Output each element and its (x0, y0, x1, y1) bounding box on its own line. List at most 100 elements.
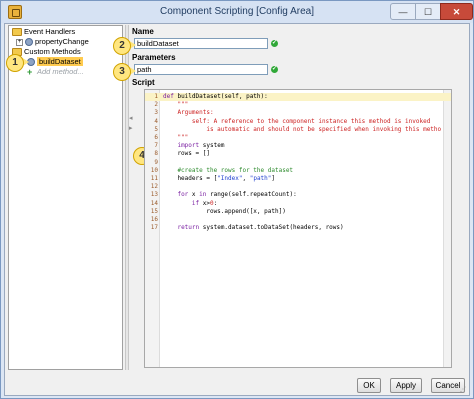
code-token: rows.append([x, path]) (163, 207, 286, 215)
code-token: x (188, 191, 200, 199)
code-token: self: A reference to the component insta… (163, 117, 431, 125)
expand-arrow-icon[interactable]: ▸ (129, 124, 137, 132)
code-line[interactable]: 3 Arguments: (145, 109, 451, 117)
tree-item-label: Add method... (37, 67, 84, 76)
code-text: if x>0: (163, 200, 217, 208)
code-line[interactable]: 2 """ (145, 101, 451, 109)
script-editor[interactable]: 1 def buildDataset(self, path): 2 """ 3 Arg… (144, 89, 452, 368)
tree-item-add-method[interactable]: + Add method... (27, 67, 84, 77)
code-token: "path" (249, 175, 272, 182)
line-number: 3 (154, 109, 158, 117)
code-text: """ (163, 101, 188, 109)
tree-item-custom-methods[interactable]: Custom Methods (12, 47, 81, 57)
collapse-arrow-icon[interactable]: ◂ (129, 114, 137, 122)
code-token: import (177, 142, 200, 150)
code-line[interactable]: 15 rows.append([x, path]) (145, 208, 451, 216)
name-label: Name (132, 27, 154, 36)
code-token: headers = [ (163, 175, 218, 182)
close-button[interactable]: ✕ (440, 3, 473, 20)
code-line[interactable]: 11 headers = ["Index", "path"] (145, 175, 451, 183)
maximize-button[interactable]: ☐ (415, 3, 441, 20)
code-text: is automatic and should not be specified… (163, 126, 441, 134)
code-line[interactable]: 8 rows = [] (145, 150, 451, 158)
code-token: """ (163, 134, 189, 141)
code-text: Arguments: (163, 109, 214, 117)
line-number: 9 (154, 158, 158, 166)
method-tree[interactable]: Event Handlers + propertyChange Custom Me… (8, 25, 123, 370)
tree-item-property-change[interactable]: + propertyChange (16, 37, 89, 47)
code-text: for x in range(self.repeatCount): (163, 191, 297, 199)
line-number: 4 (154, 117, 158, 125)
code-token: ] (271, 175, 276, 182)
line-number: 1 (154, 93, 158, 100)
tree-item-build-dataset[interactable]: buildDataset (27, 57, 83, 67)
resize-grip-icon[interactable]: ⋰ (460, 386, 468, 394)
code-token: def (163, 93, 178, 100)
line-number: 7 (154, 142, 158, 150)
code-token: """ (163, 101, 189, 109)
tree-item-label: buildDataset (37, 57, 83, 66)
line-number: 15 (150, 207, 158, 215)
name-input[interactable]: buildDataset (134, 38, 268, 49)
minimize-button[interactable]: — (390, 3, 416, 20)
code-line[interactable]: 4 self: A reference to the component ins… (145, 118, 451, 126)
code-line[interactable]: 10 #create the rows for the dataset (145, 167, 451, 175)
component-scripting-window: Component Scripting [Config Area] — ☐ ✕ … (0, 0, 474, 399)
script-label: Script (132, 78, 155, 87)
tree-item-event-handlers[interactable]: Event Handlers (12, 27, 75, 37)
line-number: 10 (150, 166, 158, 174)
code-line[interactable]: 13 for x in range(self.repeatCount): (145, 191, 451, 199)
code-token: for (177, 191, 189, 199)
tree-item-label: Event Handlers (24, 27, 76, 36)
code-line[interactable]: 7 import system (145, 142, 451, 150)
code-text: self: A reference to the component insta… (163, 118, 430, 126)
code-token: rows = [] (163, 150, 210, 158)
expand-icon[interactable]: + (16, 38, 23, 46)
code-token: #create the rows for the dataset (163, 166, 294, 174)
dialog-footer: OK Apply Cancel ⋰ (5, 372, 469, 395)
parameters-input[interactable]: path (134, 64, 268, 75)
tree-item-label: Custom Methods (24, 47, 81, 56)
code-text: #create the rows for the dataset (163, 167, 293, 175)
callout-badge-1: 1 (6, 54, 24, 72)
event-icon (25, 38, 33, 47)
line-number: 2 (154, 101, 158, 109)
add-icon: + (27, 67, 33, 78)
code-line[interactable]: 1 def buildDataset(self, path): (145, 93, 451, 101)
code-line[interactable]: 9 (145, 159, 451, 167)
code-text: def buildDataset(self, path): (163, 93, 268, 101)
parameters-valid-icon: ✓ (271, 66, 278, 73)
code-line[interactable]: 16 (145, 216, 451, 224)
code-line[interactable]: 17 return system.dataset.toDataSet(heade… (145, 224, 451, 232)
code-text: """ (163, 134, 188, 142)
code-token: range(self.repeatCount): (206, 191, 297, 199)
code-text: rows.append([x, path]) (163, 207, 286, 216)
title-bar[interactable]: Component Scripting [Config Area] — ☐ ✕ (1, 1, 473, 23)
code-token: system (199, 142, 225, 150)
line-number: 12 (150, 183, 158, 191)
code-text: headers = ["Index", "path"] (163, 175, 275, 183)
line-number: 14 (150, 199, 158, 207)
line-number: 13 (150, 191, 158, 199)
code-text: return system.dataset.toDataSet(headers,… (163, 224, 344, 232)
callout-badge-2: 2 (113, 37, 131, 55)
code-line[interactable]: 12 (145, 183, 451, 191)
line-number: 16 (150, 216, 158, 223)
code-token: x> (199, 199, 210, 207)
apply-button[interactable]: Apply (390, 378, 422, 393)
ok-button[interactable]: OK (357, 378, 381, 393)
code-line[interactable]: 6 """ (145, 134, 451, 142)
code-line[interactable]: 5 is automatic and should not be specifi… (145, 126, 451, 134)
parameters-label: Parameters (132, 53, 176, 62)
code-token: buildDataset(self, path): (177, 93, 268, 100)
line-number: 17 (150, 224, 158, 232)
code-text: import system (163, 142, 224, 150)
code-text: rows = [] (163, 150, 210, 158)
code-token: : (213, 199, 218, 207)
code-line[interactable]: 14 if x>0: (145, 200, 451, 208)
code-token: Arguments: (163, 109, 214, 117)
code-token: system.dataset.toDataSet(headers, rows) (199, 224, 344, 232)
